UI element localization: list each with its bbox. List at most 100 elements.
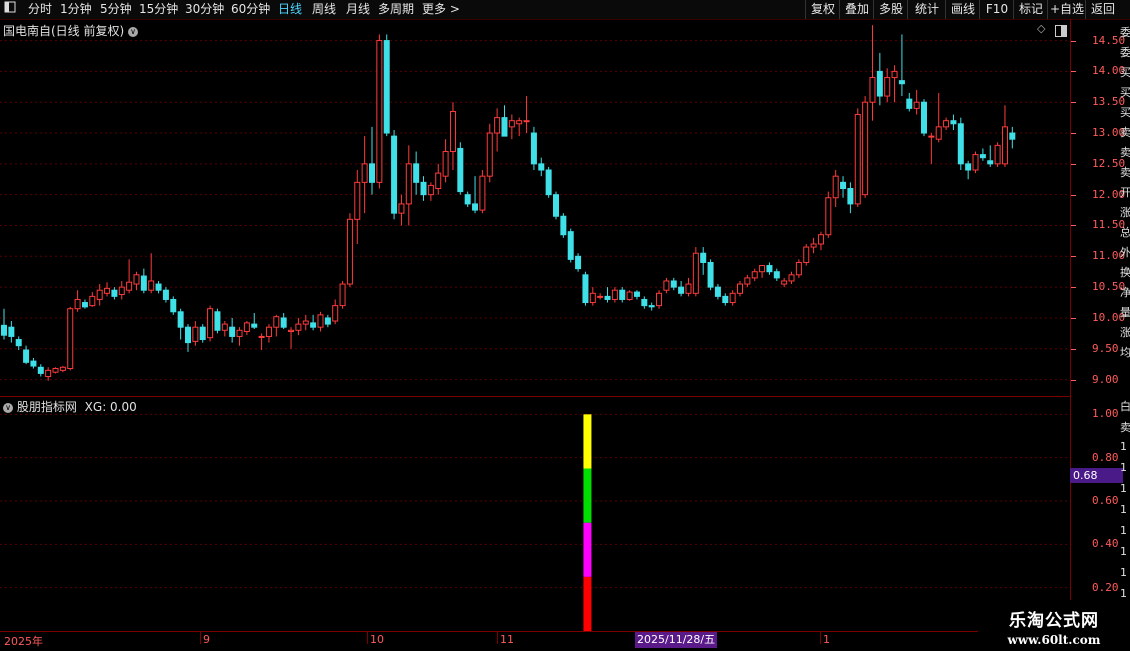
indicator-value: XG: 0.00 xyxy=(84,400,137,414)
candle xyxy=(906,92,913,112)
candle-body xyxy=(714,286,721,297)
candle xyxy=(553,191,559,220)
indicator-title: ∨ 股朋指标网 XG: 0.00 xyxy=(3,398,137,415)
candle-body xyxy=(435,172,442,190)
candle-body xyxy=(486,132,493,177)
candle xyxy=(177,308,184,340)
candle-body xyxy=(23,349,30,363)
candle xyxy=(30,358,37,369)
candle-body xyxy=(560,215,567,236)
candle xyxy=(921,99,927,137)
chevron-down-icon[interactable]: ∨ xyxy=(3,402,13,413)
candle xyxy=(950,114,957,130)
period-tab-daily[interactable]: 日线 xyxy=(278,1,302,18)
side-strip-char: 1 xyxy=(1120,503,1127,516)
candle xyxy=(104,282,111,297)
candle xyxy=(759,265,766,278)
candle-body xyxy=(523,120,530,123)
candle-body xyxy=(15,339,22,347)
candle-body xyxy=(928,135,935,138)
candle xyxy=(420,176,427,201)
candle-body xyxy=(670,280,677,288)
price-tick xyxy=(1071,71,1076,73)
period-tab-fenshi[interactable]: 分时 xyxy=(28,1,52,18)
candle xyxy=(140,268,147,294)
candle xyxy=(928,133,935,164)
candle-body xyxy=(295,323,302,331)
side-strip-char: 量 xyxy=(1120,306,1130,319)
statistics-button[interactable]: 统计 xyxy=(907,0,946,19)
candle-body xyxy=(177,311,184,328)
candle xyxy=(913,89,920,115)
candle xyxy=(854,108,861,207)
candle-body xyxy=(442,151,449,177)
period-tab-monthly[interactable]: 月线 xyxy=(346,1,370,18)
overlay-button[interactable]: 叠加 xyxy=(839,0,874,19)
candle-body xyxy=(876,70,883,97)
candle xyxy=(604,287,611,303)
candle xyxy=(501,105,508,137)
add-watchlist-button[interactable]: +自选 xyxy=(1047,0,1086,19)
period-tab-1min[interactable]: 1分钟 xyxy=(60,1,92,18)
candle-body xyxy=(685,283,692,294)
draw-line-button[interactable]: 画线 xyxy=(945,0,980,19)
candle xyxy=(81,299,88,309)
more-periods-button[interactable]: 更多 > xyxy=(422,1,460,18)
watermark-logo: 乐淘公式网 www.60lt.com xyxy=(978,600,1130,650)
period-tab-30min[interactable]: 30分钟 xyxy=(185,1,224,18)
candle xyxy=(589,287,596,306)
candle xyxy=(663,277,670,294)
indicator-tick-label: 0.20 xyxy=(1092,580,1119,594)
candle-body xyxy=(744,277,751,285)
indicator-tick-label: 0.60 xyxy=(1092,494,1119,507)
candle xyxy=(398,194,405,226)
candle xyxy=(354,170,361,244)
candle xyxy=(700,247,707,275)
candle xyxy=(494,108,501,152)
indicator-name[interactable]: 股朋指标网 xyxy=(17,400,77,414)
side-strip-char: 均 xyxy=(1120,346,1130,359)
period-tab-5min[interactable]: 5分钟 xyxy=(100,1,132,18)
f10-button[interactable]: F10 xyxy=(979,0,1014,19)
candle-body xyxy=(862,101,869,196)
period-tab-multi[interactable]: 多周期 xyxy=(378,1,414,18)
candle xyxy=(265,324,272,343)
candle xyxy=(243,321,250,336)
candle-body xyxy=(898,80,905,85)
candle xyxy=(619,287,626,303)
candle xyxy=(133,271,140,291)
candle-body xyxy=(810,243,817,248)
sidebar-toggle-icon[interactable] xyxy=(4,1,16,18)
period-tab-weekly[interactable]: 周线 xyxy=(312,1,336,18)
period-tab-15min[interactable]: 15分钟 xyxy=(139,1,178,18)
signal-bar-segment xyxy=(583,576,592,631)
candle xyxy=(847,182,854,214)
candle xyxy=(567,228,574,263)
multi-stock-button[interactable]: 多股 xyxy=(873,0,908,19)
side-strip-char: 买 xyxy=(1120,86,1130,99)
period-tab-60min[interactable]: 60分钟 xyxy=(231,1,270,18)
candle-body xyxy=(229,326,236,337)
candle-body xyxy=(972,154,979,171)
candle xyxy=(59,366,66,373)
candle-body xyxy=(52,367,59,373)
candle-body xyxy=(243,322,250,333)
side-strip-char: 委 xyxy=(1120,46,1130,59)
mark-button[interactable]: 标记 xyxy=(1013,0,1048,19)
candle xyxy=(1001,105,1008,167)
candle-body xyxy=(663,280,670,291)
back-button[interactable]: 返回 xyxy=(1085,0,1120,19)
kline-chart[interactable] xyxy=(0,19,1070,631)
candle xyxy=(862,96,869,198)
candle-body xyxy=(567,231,574,260)
fuquan-button[interactable]: 复权 xyxy=(805,0,840,19)
candle-body xyxy=(921,101,927,134)
candle xyxy=(825,191,832,238)
candle xyxy=(722,293,729,306)
candle-body xyxy=(722,295,729,304)
candle-body xyxy=(361,163,368,183)
side-strip-char: 卖 xyxy=(1120,146,1130,159)
signal-bar-segment xyxy=(583,522,592,577)
candle xyxy=(692,247,699,297)
side-strip-char: 委 xyxy=(1120,26,1130,39)
